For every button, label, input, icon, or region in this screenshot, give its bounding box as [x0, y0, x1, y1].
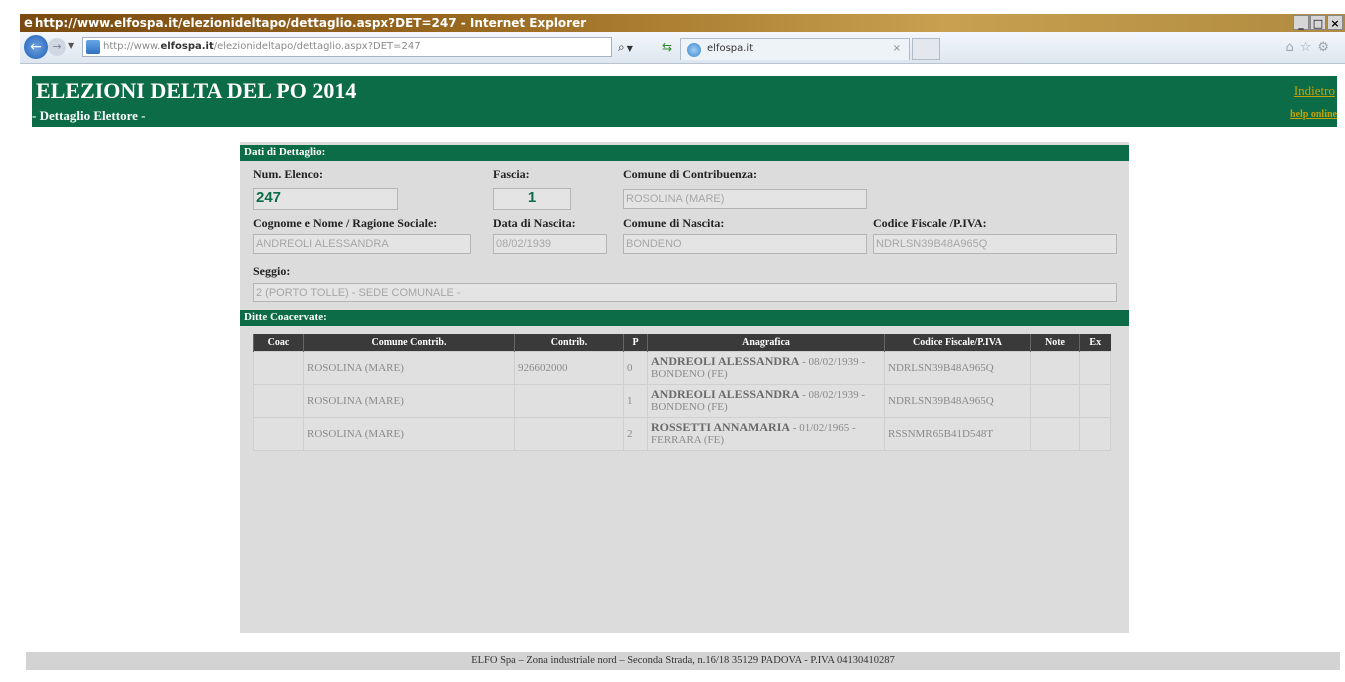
table-header-row: Coac Comune Contrib. Contrib. P Anagrafi… — [253, 334, 1111, 351]
detail-panel: Dati di Dettaglio: Num. Elenco: 247 Fasc… — [240, 142, 1129, 633]
cell-codice-fiscale: NDRLSN39B48A965Q — [884, 383, 1031, 418]
address-bar[interactable]: http://www.elfospa.it/elezionideltapo/de… — [82, 37, 612, 57]
compatibility-icon[interactable]: ⇆ — [662, 40, 672, 54]
forward-arrow-icon[interactable]: → — [48, 38, 66, 56]
history-dropdown-icon[interactable]: ▼ — [68, 41, 74, 50]
cell-p: 1 — [623, 383, 648, 418]
cell-anagrafica: ANDREOLI ALESSANDRA - 08/02/1939 - BONDE… — [647, 350, 885, 385]
details-section-header: Dati di Dettaglio: — [240, 145, 1129, 161]
cell-codice-fiscale: RSSNMR65B41D548T — [884, 416, 1031, 451]
cell-p: 2 — [623, 416, 648, 451]
data-nascita-label: Data di Nascita: — [493, 216, 576, 230]
window-controls: _ □ × — [1293, 15, 1343, 30]
browser-tab[interactable]: elfospa.it × — [680, 38, 910, 60]
cell-comune: ROSOLINA (MARE) — [303, 350, 515, 385]
col-header-anagrafica[interactable]: Anagrafica — [647, 334, 885, 351]
ditte-section-header: Ditte Coacervate: — [240, 310, 1129, 326]
num-elenco-field[interactable]: 247 — [253, 188, 398, 210]
page-header: ELEZIONI DELTA DEL PO 2014 - Dettaglio E… — [32, 76, 1337, 127]
cell-p: 0 — [623, 350, 648, 385]
cell-ex — [1079, 416, 1111, 451]
table-row[interactable]: ROSOLINA (MARE) 926602000 0 ANDREOLI ALE… — [253, 350, 1111, 385]
back-arrow-icon[interactable]: ← — [24, 35, 48, 59]
cell-coac — [253, 416, 304, 451]
back-link[interactable]: Indietro — [1294, 83, 1335, 99]
cell-anagrafica: ROSSETTI ANNAMARIA - 01/02/1965 - FERRAR… — [647, 416, 885, 451]
col-header-coac[interactable]: Coac — [253, 334, 304, 351]
data-nascita-field[interactable]: 08/02/1939 — [493, 234, 607, 254]
fascia-field[interactable]: 1 — [493, 188, 571, 210]
browser-tool-icons[interactable]: ⌂☆⚙ — [1285, 40, 1335, 55]
close-button[interactable]: × — [1327, 15, 1343, 30]
comune-nascita-label: Comune di Nascita: — [623, 216, 725, 230]
page-footer: ELFO Spa – Zona industriale nord – Secon… — [26, 652, 1340, 670]
col-header-contrib[interactable]: Contrib. — [514, 334, 624, 351]
cognome-nome-label: Cognome e Nome / Ragione Sociale: — [253, 216, 438, 230]
address-search[interactable]: ⌕ ▼ — [618, 40, 633, 55]
comune-nascita-field[interactable]: BONDENO — [623, 234, 867, 254]
col-header-note[interactable]: Note — [1030, 334, 1080, 351]
page-title: ELEZIONI DELTA DEL PO 2014 — [36, 78, 357, 103]
tab-label: elfospa.it — [707, 43, 754, 54]
page-subtitle: - Dettaglio Elettore - — [32, 108, 146, 123]
cell-codice-fiscale: NDRLSN39B48A965Q — [884, 350, 1031, 385]
seggio-label: Seggio: — [253, 264, 291, 278]
anagrafica-name: ANDREOLI ALESSANDRA — [651, 387, 800, 401]
cell-contrib: 926602000 — [514, 350, 624, 385]
cell-ex — [1079, 350, 1111, 385]
ditte-table: Coac Comune Contrib. Contrib. P Anagrafi… — [253, 334, 1111, 451]
page-icon — [86, 40, 100, 54]
address-domain: elfospa.it — [160, 41, 214, 52]
cell-comune: ROSOLINA (MARE) — [303, 383, 515, 418]
address-prefix: http://www. — [103, 41, 161, 52]
num-elenco-label: Num. Elenco: — [253, 167, 323, 181]
help-online-link[interactable]: help online — [1290, 109, 1337, 120]
tab-close-icon[interactable]: × — [893, 39, 901, 59]
fascia-label: Fascia: — [493, 167, 530, 181]
internet-explorer-icon: e — [24, 15, 33, 31]
search-icon[interactable]: ⌕ — [618, 40, 625, 54]
browser-nav-bar: ← → ▼ http://www.elfospa.it/elezionidelt… — [20, 32, 1345, 64]
cell-note — [1030, 350, 1080, 385]
anagrafica-name: ANDREOLI ALESSANDRA — [651, 354, 800, 368]
codice-fiscale-field[interactable]: NDRLSN39B48A965Q — [873, 234, 1117, 254]
tab-favicon-icon — [687, 43, 701, 57]
col-header-codice-fiscale[interactable]: Codice Fiscale/P.IVA — [884, 334, 1031, 351]
cell-note — [1030, 383, 1080, 418]
cell-coac — [253, 350, 304, 385]
anagrafica-name: ROSSETTI ANNAMARIA — [651, 420, 791, 434]
window-title: http://www.elfospa.it/elezionideltapo/de… — [34, 16, 587, 30]
seggio-field[interactable]: 2 (PORTO TOLLE) - SEDE COMUNALE - — [253, 283, 1117, 302]
cell-contrib — [514, 383, 624, 418]
cell-ex — [1079, 383, 1111, 418]
maximize-button[interactable]: □ — [1310, 15, 1326, 30]
table-row[interactable]: ROSOLINA (MARE) 2 ROSSETTI ANNAMARIA - 0… — [253, 416, 1111, 451]
new-tab-button[interactable] — [912, 38, 940, 60]
col-header-p[interactable]: P — [623, 334, 648, 351]
cell-coac — [253, 383, 304, 418]
address-path: /elezionideltapo/dettaglio.aspx?DET=247 — [213, 41, 421, 52]
minimize-button[interactable]: _ — [1293, 15, 1309, 30]
cell-anagrafica: ANDREOLI ALESSANDRA - 08/02/1939 - BONDE… — [647, 383, 885, 418]
cognome-nome-field[interactable]: ANDREOLI ALESSANDRA — [253, 234, 471, 254]
comune-contribuenza-label: Comune di Contribuenza: — [623, 167, 758, 181]
cell-contrib — [514, 416, 624, 451]
col-header-ex[interactable]: Ex — [1079, 334, 1111, 351]
browser-title-bar: e http://www.elfospa.it/elezionideltapo/… — [20, 14, 1345, 32]
comune-contribuenza-field[interactable]: ROSOLINA (MARE) — [623, 189, 867, 209]
codice-fiscale-label: Codice Fiscale /P.IVA: — [873, 216, 987, 230]
table-row[interactable]: ROSOLINA (MARE) 1 ANDREOLI ALESSANDRA - … — [253, 383, 1111, 418]
cell-note — [1030, 416, 1080, 451]
cell-comune: ROSOLINA (MARE) — [303, 416, 515, 451]
col-header-comune[interactable]: Comune Contrib. — [303, 334, 515, 351]
search-dropdown-icon[interactable]: ▼ — [627, 44, 633, 53]
